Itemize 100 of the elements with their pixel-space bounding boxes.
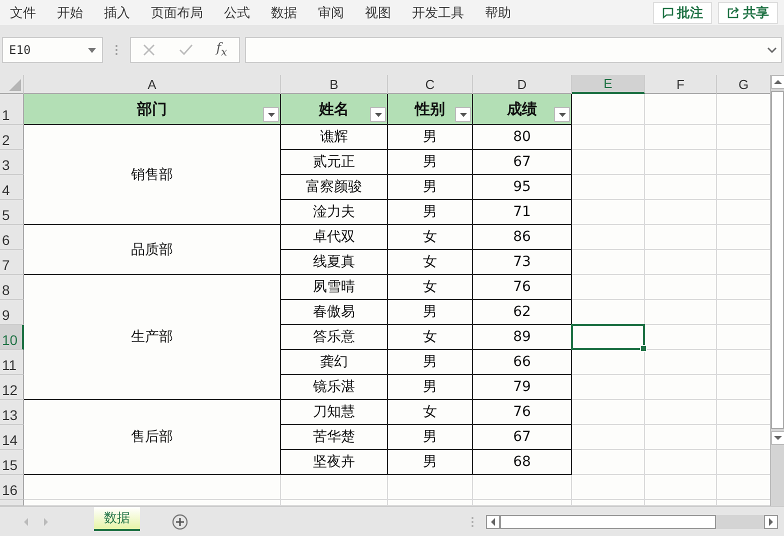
empty-cell[interactable]	[645, 375, 717, 400]
empty-cell[interactable]	[473, 500, 572, 506]
row-header[interactable]: 4	[0, 175, 24, 200]
scroll-down-icon[interactable]	[771, 431, 784, 445]
empty-cell[interactable]	[645, 500, 717, 506]
horizontal-scrollbar[interactable]	[486, 514, 778, 528]
menu-item[interactable]: 文件	[10, 4, 36, 22]
menu-item[interactable]: 数据	[271, 4, 297, 22]
column-header[interactable]: D	[473, 75, 572, 94]
table-cell: 男	[388, 300, 473, 325]
scroll-right-icon[interactable]	[764, 514, 778, 528]
row-header[interactable]: 9	[0, 300, 24, 325]
table-cell: 龚幻	[281, 350, 388, 375]
empty-cell[interactable]	[645, 175, 717, 200]
row-header[interactable]	[0, 500, 24, 506]
column-header[interactable]: G	[717, 75, 770, 94]
formula-input[interactable]	[245, 37, 782, 63]
cancel-icon[interactable]	[142, 44, 155, 56]
table-cell: 销售部	[24, 125, 281, 225]
table-cell: 线夏真	[281, 250, 388, 275]
row-header[interactable]: 12	[0, 375, 24, 400]
column-header[interactable]: C	[388, 75, 473, 94]
drag-handle-icon[interactable]	[471, 516, 474, 528]
empty-cell[interactable]	[645, 275, 717, 300]
menu-item[interactable]: 插入	[104, 4, 130, 22]
empty-cell[interactable]	[645, 350, 717, 375]
row-header[interactable]: 3	[0, 150, 24, 175]
vertical-scrollbar[interactable]	[770, 75, 784, 506]
insert-function-button[interactable]: f$_{x}$	[216, 41, 228, 59]
scroll-thumb[interactable]	[500, 514, 716, 528]
column-header[interactable]: B	[281, 75, 388, 94]
menu-item[interactable]: 公式	[224, 4, 250, 22]
table-cell: 男	[388, 350, 473, 375]
menu-item[interactable]: 帮助	[485, 4, 511, 22]
previous-sheet-icon[interactable]	[22, 518, 30, 526]
empty-cell[interactable]	[645, 94, 717, 125]
menu-item[interactable]: 视图	[365, 4, 391, 22]
caret-icon	[374, 112, 382, 116]
empty-cell[interactable]	[645, 425, 717, 450]
filter-button[interactable]	[554, 107, 570, 122]
table-cell: 夙雪晴	[281, 275, 388, 300]
menu-item[interactable]: 开始	[57, 4, 83, 22]
scroll-thumb[interactable]	[771, 91, 784, 429]
empty-cell[interactable]	[645, 450, 717, 475]
empty-cell[interactable]	[281, 500, 388, 506]
empty-cell[interactable]	[645, 400, 717, 425]
empty-cell[interactable]	[572, 500, 645, 506]
scroll-left-icon[interactable]	[486, 514, 500, 528]
caret-icon	[268, 112, 274, 116]
check-icon[interactable]	[178, 44, 193, 56]
menu-item[interactable]: 开发工具	[412, 4, 464, 22]
share-button[interactable]: 共享	[718, 2, 778, 24]
filter-button[interactable]	[263, 107, 279, 122]
menu-item[interactable]: 审阅	[318, 4, 344, 22]
caret-icon	[460, 112, 466, 116]
add-sheet-icon[interactable]	[172, 514, 188, 530]
row-header[interactable]: 16	[0, 475, 24, 500]
row-header[interactable]: 2	[0, 125, 24, 150]
empty-cell[interactable]	[645, 225, 717, 250]
filter-button[interactable]	[455, 107, 471, 122]
empty-cell[interactable]	[645, 200, 717, 225]
table-cell: 73	[473, 250, 572, 275]
selected-cell[interactable]	[571, 324, 645, 350]
row-header[interactable]: 1	[0, 94, 24, 125]
table-cell: 生产部	[24, 275, 281, 400]
row-header[interactable]: 15	[0, 450, 24, 475]
comment-button[interactable]: 批注	[653, 2, 712, 24]
header-label: 成绩	[507, 100, 537, 118]
menu-item[interactable]: 页面布局	[151, 4, 203, 22]
name-box[interactable]: E10	[2, 37, 103, 63]
drag-handle-icon[interactable]	[115, 44, 118, 56]
chevron-down-icon[interactable]	[767, 47, 777, 53]
row-header[interactable]: 11	[0, 350, 24, 375]
empty-cell[interactable]	[645, 150, 717, 175]
row-header[interactable]: 14	[0, 425, 24, 450]
empty-cell[interactable]	[572, 475, 645, 500]
row-header[interactable]: 10	[0, 325, 24, 350]
scroll-up-icon[interactable]	[771, 75, 784, 89]
table-cell: 男	[388, 175, 473, 200]
row-header[interactable]: 5	[0, 200, 24, 225]
sheet-tab[interactable]: 数据	[94, 507, 140, 531]
empty-cell[interactable]	[645, 125, 717, 150]
empty-cell[interactable]	[645, 300, 717, 325]
row-header[interactable]: 13	[0, 400, 24, 425]
caret-icon	[88, 48, 96, 52]
row-header[interactable]: 7	[0, 250, 24, 275]
column-header[interactable]: F	[645, 75, 717, 94]
select-all-icon[interactable]	[9, 79, 21, 91]
empty-cell[interactable]	[645, 250, 717, 275]
table-cell: 95	[473, 175, 572, 200]
column-header[interactable]: E	[572, 75, 645, 94]
next-sheet-icon[interactable]	[42, 518, 50, 526]
table-cell: 淦力夫	[281, 200, 388, 225]
filter-button[interactable]	[370, 107, 386, 122]
empty-cell[interactable]	[645, 475, 717, 500]
row-header[interactable]: 6	[0, 225, 24, 250]
empty-cell[interactable]	[388, 500, 473, 506]
table-cell: 卓代双	[281, 225, 388, 250]
row-header[interactable]: 8	[0, 275, 24, 300]
column-header[interactable]: A	[24, 75, 281, 94]
